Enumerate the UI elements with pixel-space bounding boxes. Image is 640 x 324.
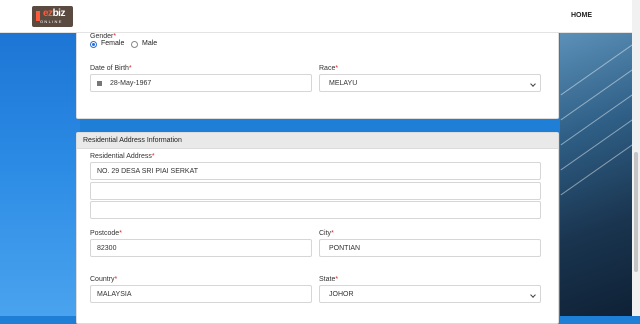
logo-subtext: ONLINE: [40, 19, 63, 24]
residential-address-panel: Residential Address Information Resident…: [76, 132, 559, 324]
address-line1-input[interactable]: NO. 29 DESA SRI PIAI SERKAT: [90, 162, 541, 180]
calendar-icon: [97, 81, 102, 86]
dob-label: Date of Birth*: [90, 65, 132, 72]
scrollbar-thumb[interactable]: [634, 152, 638, 272]
background-building-image: [560, 0, 640, 316]
gender-female-radio[interactable]: [90, 41, 97, 48]
country-input[interactable]: MALAYSIA: [90, 285, 312, 303]
chevron-down-icon: [530, 81, 536, 87]
country-label: Country*: [90, 276, 118, 283]
logo-text-accent: biz: [52, 8, 66, 19]
city-input[interactable]: PONTIAN: [319, 239, 541, 257]
gender-label: Gender*: [90, 33, 117, 40]
nav-home-link[interactable]: HOME: [571, 12, 592, 19]
chevron-down-icon: [530, 292, 536, 298]
ezbiz-logo[interactable]: ezbiz ONLINE: [32, 6, 73, 27]
city-label: City*: [319, 230, 334, 237]
postcode-input[interactable]: 82300: [90, 239, 312, 257]
postcode-label: Postcode*: [90, 230, 122, 237]
residential-address-label: Residential Address*: [90, 153, 155, 160]
section-title: Residential Address Information: [77, 133, 558, 149]
race-select[interactable]: MELAYU: [319, 74, 541, 92]
gender-male-radio[interactable]: [131, 41, 138, 48]
state-select[interactable]: JOHOR: [319, 285, 541, 303]
state-label: State*: [319, 276, 339, 283]
top-navbar: ezbiz ONLINE HOME: [0, 0, 640, 33]
personal-details-panel: Gender* Female Male Date of Birth* 28-Ma…: [76, 32, 559, 119]
gender-female-label: Female: [101, 40, 125, 47]
background-left: [0, 0, 80, 316]
race-label: Race*: [319, 65, 339, 72]
logo-text-main: ez: [43, 8, 53, 19]
dob-input[interactable]: 28-May-1967: [90, 74, 312, 92]
address-line3-input[interactable]: [90, 201, 541, 219]
gender-male-label: Male: [142, 40, 158, 47]
address-line2-input[interactable]: [90, 182, 541, 200]
